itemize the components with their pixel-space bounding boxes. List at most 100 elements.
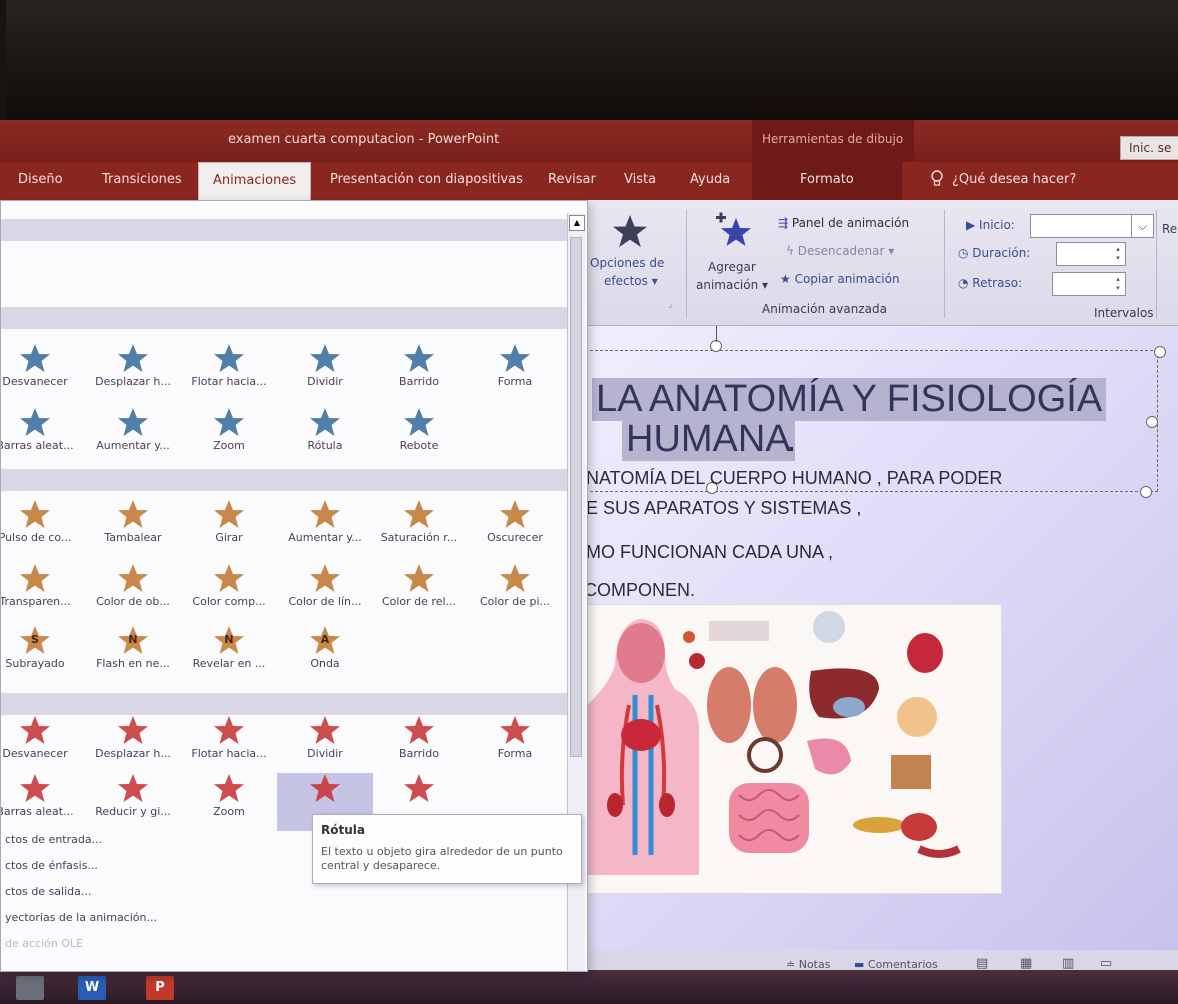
effect-label: Tambalear <box>104 531 162 544</box>
star-effect-icon <box>310 344 340 372</box>
chevron-down-icon[interactable]: ⌵ <box>1131 215 1153 237</box>
delay-spinner[interactable]: ▴ ▾ <box>1113 275 1123 293</box>
animation-effect-exit[interactable]: Zoom <box>181 773 277 831</box>
effect-options-label-1[interactable]: Opciones de <box>590 256 664 270</box>
animation-effect-exit[interactable]: Flotar hacia... <box>181 715 277 773</box>
powerpoint-taskbar-icon[interactable]: P <box>146 976 174 1000</box>
selection-handle[interactable] <box>1140 486 1152 498</box>
animation-effect-entrance[interactable]: Zoom <box>181 407 277 465</box>
duration-spinner[interactable]: ▴ ▾ <box>1113 245 1123 263</box>
delay-input[interactable]: ▴ ▾ <box>1052 272 1126 296</box>
tab-design[interactable]: Diseño <box>18 172 63 187</box>
duration-input[interactable]: ▴ ▾ <box>1056 242 1126 266</box>
slide-sorter-icon[interactable]: ▦ <box>1020 956 1032 971</box>
copy-animation-button[interactable]: ★ Copiar animación <box>780 272 900 286</box>
animation-effect-emphasis[interactable]: A Onda <box>277 625 373 683</box>
scroll-up-arrow-icon[interactable]: ▲ <box>569 215 585 231</box>
more-exit-effects-link[interactable]: ctos de salida... <box>5 885 91 898</box>
start-label: ▶ Inicio: <box>966 218 1015 232</box>
slide-body-line[interactable]: MO FUNCIONAN CADA UNA , <box>586 542 833 563</box>
slide-body-line[interactable]: NATOMÍA DEL CUERPO HUMANO , PARA PODER <box>586 468 1002 489</box>
word-taskbar-icon[interactable]: W <box>78 976 106 1000</box>
animation-effect-emphasis[interactable]: S Subrayado <box>1 625 83 683</box>
star-effect-icon <box>214 716 244 744</box>
normal-view-icon[interactable]: ▤ <box>976 956 988 971</box>
animation-effect-emphasis[interactable]: Color comp... <box>181 563 277 621</box>
slide-title-line-1[interactable]: LA ANATOMÍA Y FISIOLOGÍA <box>592 378 1107 421</box>
effect-label: Revelar en ... <box>192 657 266 670</box>
animation-effect-emphasis[interactable]: N Flash en ne... <box>85 625 181 683</box>
tab-transitions[interactable]: Transiciones <box>102 172 182 187</box>
more-entrance-effects-link[interactable]: ctos de entrada... <box>5 833 102 846</box>
animation-effect-emphasis[interactable]: Color de pi... <box>467 563 563 621</box>
slide-body-line[interactable]: COMPONEN. <box>584 580 695 601</box>
animation-effect-exit[interactable]: Forma <box>467 715 563 773</box>
anatomy-illustration <box>587 611 961 875</box>
animation-effect-entrance[interactable]: Barras aleat... <box>1 407 83 465</box>
animation-effect-emphasis[interactable]: Tambalear <box>85 499 181 557</box>
tab-view[interactable]: Vista <box>624 172 656 187</box>
slide-body-line[interactable]: E SUS APARATOS Y SISTEMAS , <box>586 498 861 519</box>
animation-effect-exit[interactable]: Dividir <box>277 715 373 773</box>
reading-view-icon[interactable]: ▥ <box>1062 956 1074 971</box>
play-icon: ▶ <box>966 218 980 232</box>
selection-handle[interactable] <box>1146 416 1158 428</box>
tab-help[interactable]: Ayuda <box>690 172 730 187</box>
taskbar-app-icon[interactable] <box>16 976 44 1000</box>
motion-paths-link[interactable]: yectorias de la animación... <box>5 911 157 924</box>
animation-effect-emphasis[interactable]: Oscurecer <box>467 499 563 557</box>
slide-title-line-2[interactable]: HUMANA <box>622 418 795 461</box>
animation-effect-emphasis[interactable]: Girar <box>181 499 277 557</box>
tab-slideshow[interactable]: Presentación con diapositivas <box>330 172 523 187</box>
dialog-launcher-icon[interactable]: ⌟ <box>668 300 672 310</box>
animation-effect-exit[interactable]: Barrido <box>371 715 467 773</box>
star-effect-icon <box>20 564 50 592</box>
animation-effect-emphasis[interactable]: Pulso de co... <box>1 499 83 557</box>
animation-effect-emphasis[interactable]: Color de ob... <box>85 563 181 621</box>
drawing-tools-label: Herramientas de dibujo <box>762 132 904 146</box>
star-effect-icon <box>20 344 50 372</box>
animation-effect-emphasis[interactable]: Color de lín... <box>277 563 373 621</box>
animation-effect-entrance[interactable]: Rebote <box>371 407 467 465</box>
add-animation-label-1[interactable]: Agregar <box>708 260 756 274</box>
animation-effect-entrance[interactable]: Desvanecer <box>1 343 83 401</box>
animation-panel-button[interactable]: ⇶ Panel de animación <box>778 216 909 230</box>
effect-options-icon[interactable] <box>612 214 648 248</box>
animation-effect-entrance[interactable]: Aumentar y... <box>85 407 181 465</box>
tab-animations[interactable]: Animaciones <box>198 162 312 202</box>
add-animation-label-2[interactable]: animación ▾ <box>696 278 768 292</box>
selection-handle[interactable] <box>1154 346 1166 358</box>
animation-effect-emphasis[interactable]: Saturación r... <box>371 499 467 557</box>
animation-effect-entrance[interactable]: Forma <box>467 343 563 401</box>
star-effect-icon <box>500 500 530 528</box>
animation-effect-entrance[interactable]: Rótula <box>277 407 373 465</box>
tell-me-search[interactable]: ¿Qué desea hacer? <box>952 172 1076 187</box>
gallery-section-header <box>1 693 567 715</box>
animation-effect-entrance[interactable]: Dividir <box>277 343 373 401</box>
human-anatomy-image[interactable] <box>578 604 1002 894</box>
animation-effect-exit[interactable]: Desplazar h... <box>85 715 181 773</box>
add-animation-icon[interactable] <box>712 212 754 252</box>
animation-effect-exit[interactable]: Desvanecer <box>1 715 83 773</box>
star-effect-icon <box>214 500 244 528</box>
more-emphasis-effects-link[interactable]: ctos de énfasis... <box>5 859 98 872</box>
start-select[interactable]: ⌵ <box>1030 214 1154 238</box>
animation-effect-emphasis[interactable]: Transparen... <box>1 563 83 621</box>
tab-format[interactable]: Formato <box>752 162 902 200</box>
animation-effect-exit[interactable]: Reducir y gi... <box>85 773 181 831</box>
slideshow-icon[interactable]: ▭ <box>1100 956 1112 971</box>
ole-action-link: de acción OLE <box>5 937 84 950</box>
animation-effect-emphasis[interactable]: N Revelar en ... <box>181 625 277 683</box>
animation-effect-exit[interactable]: Barras aleat... <box>1 773 83 831</box>
animation-effect-entrance[interactable]: Barrido <box>371 343 467 401</box>
scrollbar-thumb[interactable] <box>570 237 582 757</box>
animation-effect-entrance[interactable]: Desplazar h... <box>85 343 181 401</box>
trigger-button[interactable]: ϟ Desencadenar ▾ <box>786 244 894 258</box>
animation-effect-entrance[interactable]: Flotar hacia... <box>181 343 277 401</box>
effect-options-label-2[interactable]: efectos ▾ <box>604 274 658 288</box>
animation-effect-emphasis[interactable]: Aumentar y... <box>277 499 373 557</box>
trigger-label: Desencadenar ▾ <box>797 244 895 258</box>
animation-effect-emphasis[interactable]: Color de rel... <box>371 563 467 621</box>
tab-review[interactable]: Revisar <box>548 172 596 187</box>
signin-button[interactable]: Inic. se <box>1120 136 1178 160</box>
